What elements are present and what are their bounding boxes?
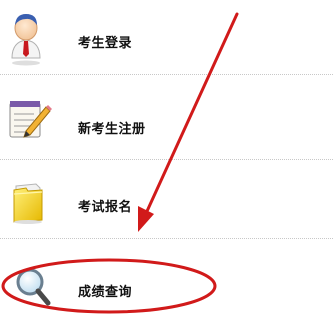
notepad-pencil-icon bbox=[6, 97, 52, 145]
menu-item-label: 成绩查询 bbox=[78, 285, 133, 300]
menu-item-label: 考生登录 bbox=[78, 36, 133, 51]
magnifier-icon bbox=[6, 267, 54, 311]
menu-item-register[interactable]: 新考生注册 bbox=[0, 75, 333, 159]
exam-menu: 考生登录 新考生注册 考试报名 成绩查询 bbox=[0, 0, 333, 315]
menu-item-label: 考试报名 bbox=[78, 200, 133, 215]
menu-item-label: 新考生注册 bbox=[78, 122, 146, 137]
menu-item-score-query[interactable]: 成绩查询 bbox=[0, 239, 333, 315]
menu-item-exam-signup[interactable]: 考试报名 bbox=[0, 160, 333, 238]
menu-item-login[interactable]: 考生登录 bbox=[0, 0, 333, 74]
folder-icon bbox=[6, 180, 50, 228]
user-avatar-icon bbox=[6, 8, 46, 70]
